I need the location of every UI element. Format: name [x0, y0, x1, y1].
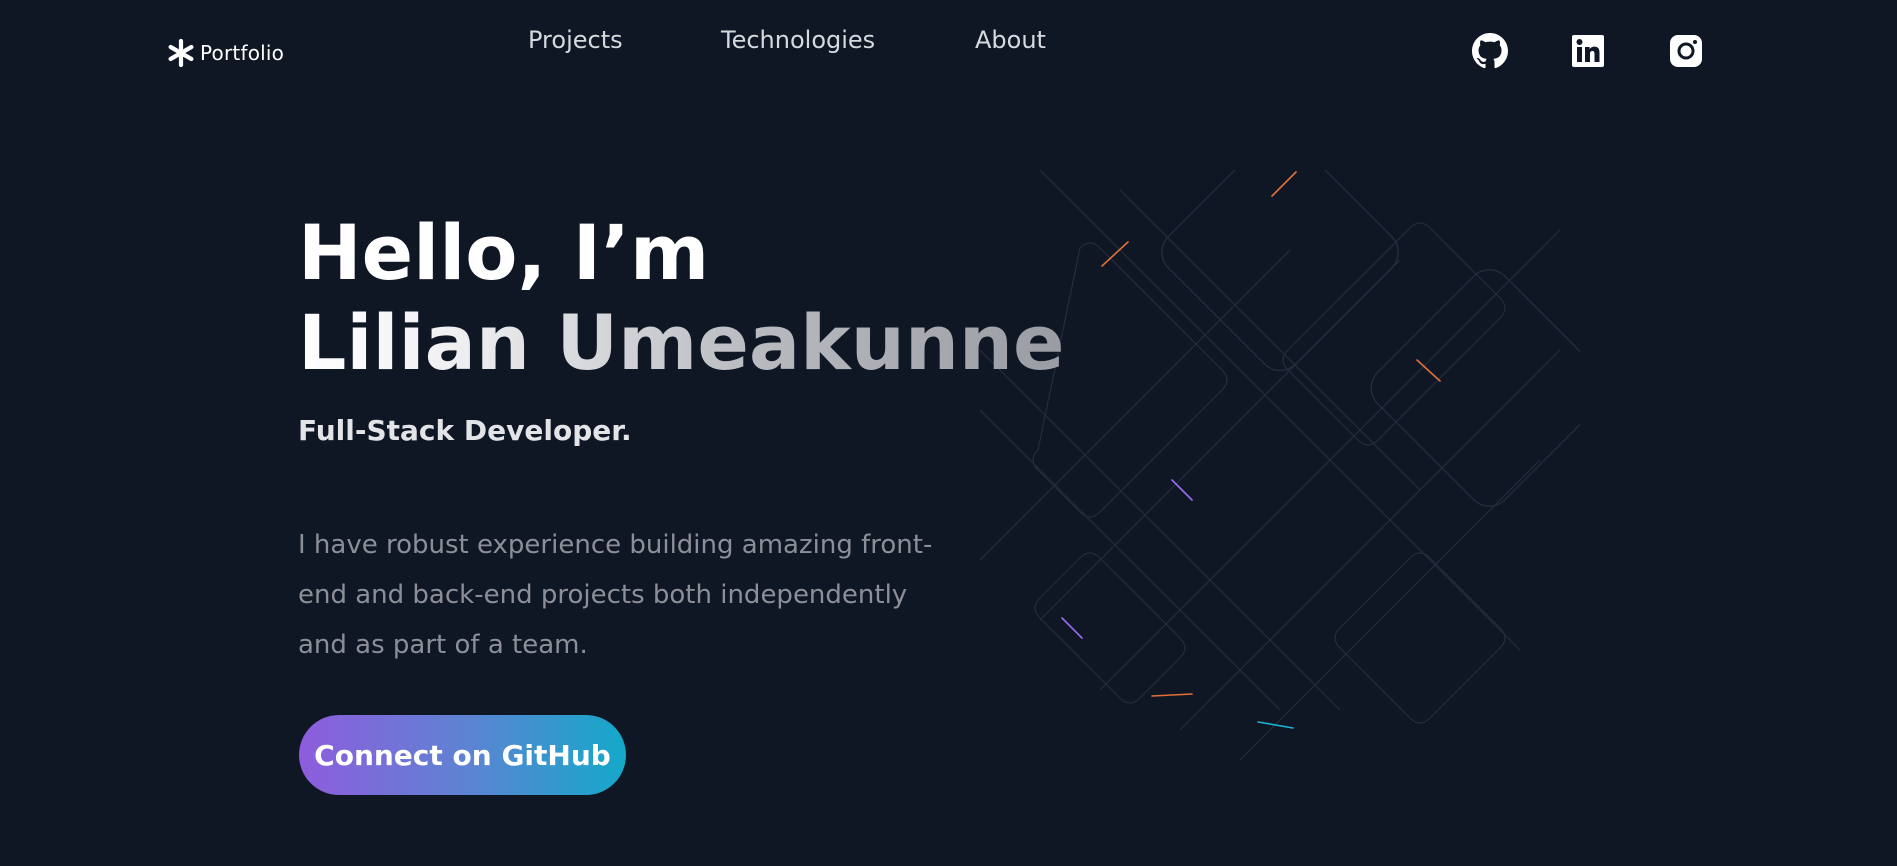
- decorative-grid-graphic: [980, 170, 1580, 761]
- instagram-link[interactable]: [1667, 32, 1705, 70]
- linkedin-link[interactable]: [1569, 32, 1607, 70]
- portfolio-page: Portfolio Projects Technologies About He…: [0, 0, 1897, 866]
- logo-text: Portfolio: [200, 41, 285, 65]
- asterisk-logo-icon: [168, 38, 194, 68]
- github-link[interactable]: [1471, 32, 1509, 70]
- hero-title-line-1: Hello, I’m: [298, 208, 710, 297]
- nav-link-projects[interactable]: Projects: [528, 26, 623, 54]
- nav-link-technologies[interactable]: Technologies: [721, 26, 875, 54]
- connect-github-button[interactable]: Connect on GitHub: [299, 715, 626, 795]
- nav-link-about[interactable]: About: [975, 26, 1046, 54]
- hero-description: I have robust experience building amazin…: [298, 530, 933, 660]
- hero-title: Hello, I’m Lilian Umeakunne: [298, 208, 1065, 388]
- github-icon: [1472, 33, 1508, 69]
- logo-link[interactable]: Portfolio: [166, 38, 284, 68]
- hero-title-name: Lilian Umeakunne: [298, 298, 1065, 387]
- linkedin-icon: [1572, 35, 1604, 67]
- hero-subtitle: Full-Stack Developer.: [298, 414, 632, 447]
- instagram-icon: [1670, 35, 1702, 67]
